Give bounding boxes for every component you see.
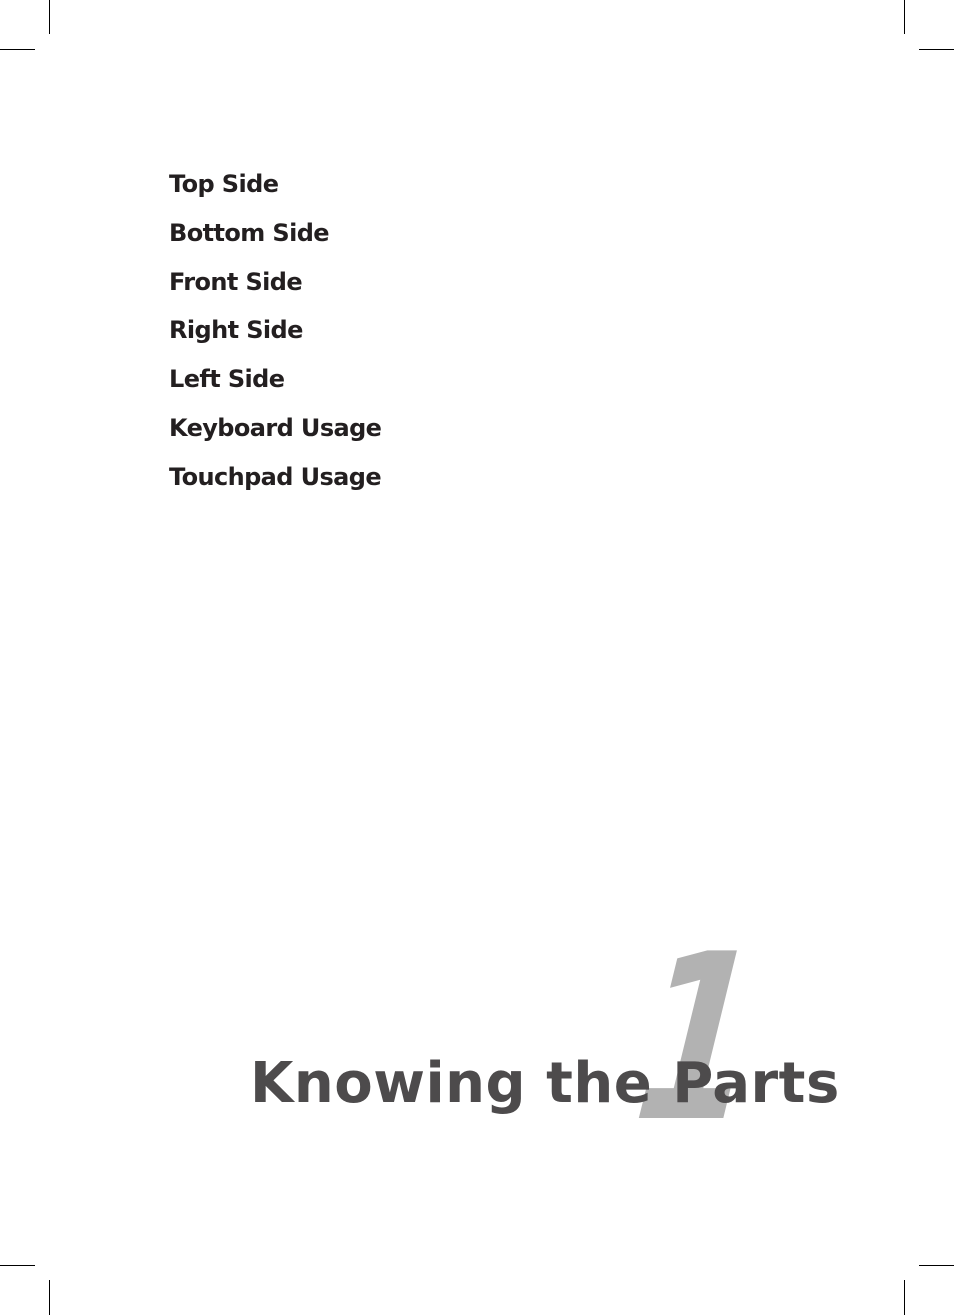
crop-mark-bottom-left-horizontal — [0, 1265, 35, 1266]
toc-item-left-side: Left Side — [169, 365, 285, 394]
toc-item-bottom-side: Bottom Side — [169, 218, 330, 247]
toc-item-right-side: Right Side — [169, 316, 303, 345]
crop-mark-top-left-horizontal — [0, 49, 35, 50]
toc-item-keyboard-usage: Keyboard Usage — [169, 413, 382, 442]
chapter-title: Knowing the Parts — [250, 1051, 840, 1116]
chapter-contents-list: Top Side Bottom Side Front Side Right Si… — [169, 166, 382, 508]
toc-item-touchpad-usage: Touchpad Usage — [169, 462, 382, 491]
crop-mark-bottom-left-vertical — [49, 1280, 50, 1315]
crop-mark-bottom-right-horizontal — [919, 1265, 954, 1266]
chapter-number: 1 — [625, 906, 770, 1173]
crop-mark-top-left-vertical — [49, 0, 50, 34]
toc-item-top-side: Top Side — [169, 170, 279, 198]
crop-mark-bottom-right-vertical — [904, 1280, 905, 1315]
toc-item-front-side: Front Side — [169, 267, 303, 296]
crop-mark-top-right-horizontal — [919, 49, 954, 50]
crop-mark-top-right-vertical — [904, 0, 905, 34]
